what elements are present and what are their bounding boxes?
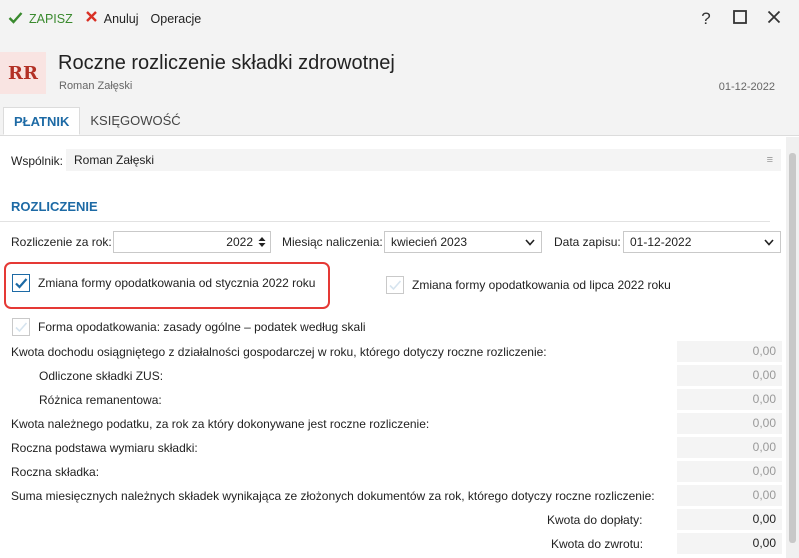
window-controls: ? [689, 0, 791, 38]
checkbox-change-january[interactable]: Zmiana formy opodatkowania od stycznia 2… [12, 274, 315, 292]
avatar: RR [0, 52, 46, 94]
chevron-down-icon [525, 235, 535, 249]
save-date-value: 01-12-2022 [630, 235, 692, 249]
checkbox-unchecked-icon[interactable] [12, 318, 30, 336]
checkbox-checked-icon[interactable] [12, 274, 30, 292]
help-icon[interactable]: ? [689, 9, 723, 29]
toolbar: ZAPISZ Anuluj Operacje ? [0, 0, 799, 38]
cancel-button-label: Anuluj [103, 12, 139, 26]
operations-label: Operacje [150, 12, 202, 26]
row-label-refund: Kwota do zwrotu: [551, 537, 644, 551]
operations-menu-button[interactable]: Operacje [145, 0, 208, 38]
document-date: 01-12-2022 [718, 81, 775, 93]
year-input[interactable]: 2022 [113, 231, 271, 253]
spinner-icon[interactable] [258, 236, 266, 248]
year-label: Rozliczenie za rok: [11, 235, 112, 249]
cancel-button[interactable]: Anuluj [79, 0, 145, 38]
page-title: Roczne rozliczenie składki zdrowotnej [58, 52, 395, 74]
row-label-premium: Roczna składka: [11, 465, 100, 479]
save-date-label: Data zapisu: [554, 235, 621, 249]
close-icon [85, 10, 98, 28]
row-label-income: Kwota dochodu osiągniętego z działalnośc… [11, 345, 547, 359]
checkbox-change-july-label: Zmiana formy opodatkowania od lipca 2022… [412, 278, 671, 292]
row-label-surcharge: Kwota do dopłaty: [547, 513, 643, 527]
save-button[interactable]: ZAPISZ [2, 0, 79, 38]
partner-label: Wspólnik: [11, 154, 64, 168]
section-title: ROZLICZENIE [11, 199, 98, 214]
save-button-label: ZAPISZ [29, 12, 73, 26]
document-header: RR Roczne rozliczenie składki zdrowotnej… [0, 38, 799, 108]
page-subtitle: Roman Załęski [59, 80, 133, 92]
value-surcharge: 0,00 [677, 509, 782, 530]
value-base: 0,00 [677, 437, 782, 458]
month-label: Miesiąc naliczenia: [282, 235, 383, 249]
value-remanent: 0,00 [677, 389, 782, 410]
maximize-icon[interactable] [723, 9, 757, 29]
row-label-tax-due: Kwota należnego podatku, za rok za który… [11, 417, 430, 431]
tab-platnik[interactable]: PŁATNIK [3, 107, 81, 135]
value-zus: 0,00 [677, 365, 782, 386]
chevron-down-icon [764, 235, 774, 249]
checkbox-change-july[interactable]: Zmiana formy opodatkowania od lipca 2022… [386, 276, 671, 294]
row-label-monthly-sum: Suma miesięcznych należnych składek wyni… [11, 489, 655, 503]
section-divider [0, 221, 770, 222]
value-monthly-sum: 0,00 [677, 485, 782, 506]
checkbox-unchecked-icon[interactable] [386, 276, 404, 294]
vertical-scrollbar[interactable] [786, 137, 799, 558]
row-label-zus: Odliczone składki ZUS: [39, 369, 164, 383]
checkbox-tax-form-label: Forma opodatkowania: zasady ogólne – pod… [38, 320, 366, 334]
checkbox-tax-form[interactable]: Forma opodatkowania: zasady ogólne – pod… [12, 318, 366, 336]
partner-field[interactable]: Roman Załęski ≡ [66, 149, 781, 171]
value-tax-due: 0,00 [677, 413, 782, 434]
main-content: Wspólnik: Roman Załęski ≡ ROZLICZENIE Ro… [0, 137, 786, 558]
list-picker-icon[interactable]: ≡ [767, 154, 773, 166]
value-refund: 0,00 [677, 533, 782, 554]
tab-bar: PŁATNIK KSIĘGOWOŚĆ [0, 107, 799, 136]
year-value: 2022 [226, 235, 253, 249]
value-premium: 0,00 [677, 461, 782, 482]
tab-ksiegowosc[interactable]: KSIĘGOWOŚĆ [80, 107, 190, 135]
check-icon [8, 10, 23, 29]
row-label-remanent: Różnica remanentowa: [39, 393, 162, 407]
month-select[interactable]: kwiecień 2023 [384, 231, 542, 253]
checkbox-change-january-label: Zmiana formy opodatkowania od stycznia 2… [38, 276, 316, 290]
partner-value: Roman Załęski [74, 153, 155, 167]
row-label-base: Roczna podstawa wymiaru składki: [11, 441, 198, 455]
save-date-select[interactable]: 01-12-2022 [623, 231, 781, 253]
month-value: kwiecień 2023 [391, 235, 468, 249]
window-close-icon[interactable] [757, 9, 791, 29]
scrollbar-thumb[interactable] [789, 153, 796, 543]
value-income: 0,00 [677, 341, 782, 362]
